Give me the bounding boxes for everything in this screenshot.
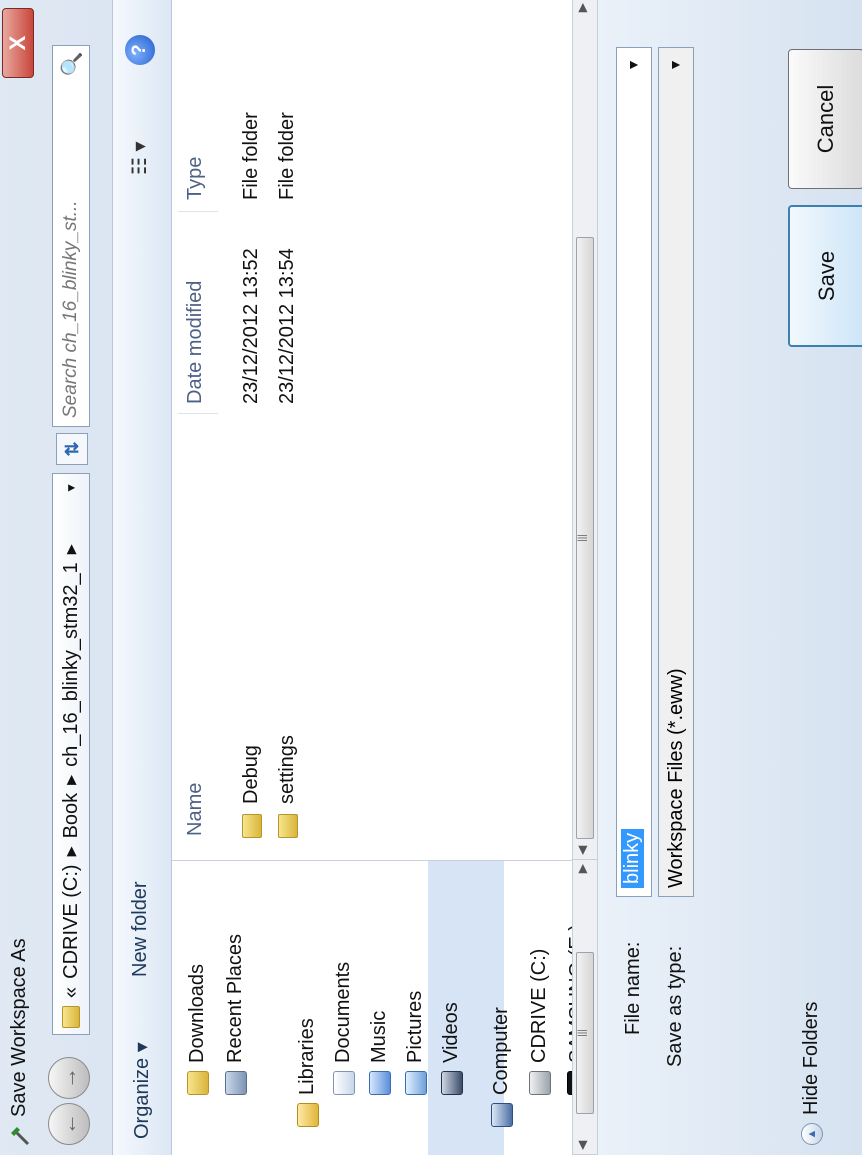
nav-item-label: Videos — [440, 1002, 462, 1063]
breadcrumb-separator-icon[interactable]: ▶ — [63, 544, 79, 554]
file-name: settings — [276, 735, 298, 804]
nav-item-label: Libraries — [296, 1018, 318, 1095]
nav-item-documents[interactable]: Documents — [332, 962, 355, 1095]
file-type: File folder — [276, 112, 298, 200]
libraries-icon — [296, 1103, 319, 1127]
breadcrumb-item[interactable]: ch_16_blinky_stm32_1 — [60, 562, 83, 767]
chevron-down-icon[interactable]: ▼ — [625, 58, 641, 72]
column-header-name[interactable]: Name — [184, 783, 207, 836]
nav-item-libraries[interactable]: Libraries — [296, 1018, 319, 1127]
breadcrumb-item[interactable]: Book — [60, 793, 83, 839]
scroll-right-icon[interactable]: ▶ — [575, 864, 589, 873]
nav-horizontal-scrollbar[interactable]: ◀ ||| ▶ — [572, 859, 598, 1155]
save-as-type-select[interactable]: Workspace Files (*.eww) ▼ — [658, 47, 694, 897]
music-icon — [368, 1071, 391, 1095]
nav-item-label: Computer — [490, 1007, 512, 1095]
file-date: 23/12/2012 13:54 — [276, 248, 298, 404]
close-button[interactable]: X — [2, 8, 34, 78]
forward-button[interactable]: → — [48, 1057, 90, 1099]
address-dropdown-icon[interactable]: ▼ — [64, 482, 78, 494]
pictures-icon — [404, 1071, 427, 1095]
file-row[interactable]: settings 23/12/2012 13:54 File folder — [268, 40, 304, 860]
chevron-up-icon: ▲ — [800, 1123, 823, 1145]
column-divider[interactable] — [178, 413, 218, 414]
scroll-left-icon[interactable]: ◀ — [575, 846, 589, 855]
breadcrumb-item[interactable]: CDRIVE (C:) — [60, 864, 83, 978]
save-as-type-label: Save as type: — [664, 945, 686, 1067]
back-button[interactable]: ← — [48, 1103, 90, 1145]
breadcrumb-overflow[interactable]: « — [60, 987, 83, 998]
nav-item-pictures[interactable]: Pictures — [404, 991, 427, 1095]
file-list-horizontal-scrollbar[interactable]: ◀ ||| ▶ — [572, 0, 598, 860]
save-workspace-dialog: Save Workspace As X ← → « CDRIVE (C:) ▶ … — [0, 0, 862, 1155]
documents-icon — [332, 1071, 355, 1095]
forward-arrow-icon: → — [56, 1067, 81, 1089]
file-name-input[interactable]: blinky ▼ — [616, 47, 652, 897]
file-date: 23/12/2012 13:52 — [240, 248, 262, 404]
nav-item-music[interactable]: Music — [368, 1011, 391, 1095]
file-list: Name Date modified Type Debug 23/12/2012… — [172, 0, 596, 860]
nav-item-recent-places[interactable]: Recent Places — [224, 934, 247, 1095]
computer-icon — [490, 1103, 513, 1127]
nav-item-label: Downloads — [186, 964, 208, 1063]
file-type: File folder — [240, 112, 262, 200]
column-divider[interactable] — [178, 211, 218, 212]
address-bar[interactable]: « CDRIVE (C:) ▶ Book ▶ ch_16_blinky_stm3… — [52, 473, 90, 1035]
nav-item-computer[interactable]: Computer — [490, 1007, 513, 1127]
save-button[interactable]: Save — [788, 205, 862, 347]
navigation-pane: Downloads Recent Places Libraries Docume… — [172, 860, 589, 1155]
hide-folders-label: Hide Folders — [800, 1001, 822, 1115]
refresh-icon: ⇅ — [61, 441, 82, 457]
column-header-date-modified[interactable]: Date modified — [184, 281, 207, 404]
scroll-left-icon[interactable]: ◀ — [575, 1141, 589, 1150]
title-bar: Save Workspace As — [4, 938, 34, 1147]
nav-item-label: Pictures — [404, 990, 426, 1063]
back-arrow-icon: ← — [56, 1113, 81, 1135]
cancel-button[interactable]: Cancel — [788, 49, 862, 189]
toolbar: Organize ▾ New folder ☷ ▾ ? — [112, 0, 172, 1155]
save-form: File name: blinky ▼ Save as type: Worksp… — [598, 0, 862, 1155]
videos-icon — [440, 1071, 463, 1095]
search-input[interactable]: Search ch_16_blinky_st... — [60, 82, 82, 426]
file-name-label: File name: — [622, 941, 644, 1035]
breadcrumb-separator-icon[interactable]: ▶ — [63, 775, 79, 785]
breadcrumb-separator-icon[interactable]: ▶ — [63, 846, 79, 856]
drive-icon — [528, 1071, 551, 1095]
column-header-type[interactable]: Type — [184, 157, 207, 200]
search-icon[interactable]: 🔍 — [59, 46, 84, 82]
chevron-down-icon[interactable]: ▼ — [667, 58, 683, 72]
scroll-thumb[interactable]: ||| — [576, 952, 594, 1114]
folder-icon — [242, 814, 262, 838]
search-box[interactable]: Search ch_16_blinky_st... 🔍 — [52, 45, 90, 427]
app-icon — [11, 1127, 30, 1146]
save-as-type-value: Workspace Files (*.eww) — [665, 668, 687, 888]
new-folder-button[interactable]: New folder — [129, 881, 152, 977]
nav-item-label: Recent Places — [224, 934, 246, 1063]
folder-icon — [62, 1006, 80, 1028]
nav-item-videos[interactable]: Videos — [440, 1002, 463, 1095]
nav-item-label: CDRIVE (C:) — [528, 948, 550, 1063]
window-title: Save Workspace As — [7, 938, 30, 1117]
scroll-right-icon[interactable]: ▶ — [575, 3, 589, 12]
scroll-thumb[interactable]: ||| — [576, 237, 594, 839]
downloads-icon — [186, 1071, 209, 1095]
file-name: Debug — [240, 745, 262, 804]
recent-places-icon — [224, 1071, 247, 1095]
nav-item-label: Music — [368, 1010, 390, 1063]
file-row[interactable]: Debug 23/12/2012 13:52 File folder — [232, 40, 268, 860]
refresh-button[interactable]: ⇅ — [56, 433, 88, 465]
nav-item-label: Documents — [332, 961, 354, 1063]
nav-item-downloads[interactable]: Downloads — [186, 964, 209, 1095]
help-button[interactable]: ? — [125, 35, 155, 65]
organize-button[interactable]: Organize ▾ — [129, 1042, 154, 1139]
folder-icon — [278, 814, 298, 838]
nav-item-cdrive[interactable]: CDRIVE (C:) — [528, 949, 551, 1095]
change-view-button[interactable]: ☷ ▾ — [127, 141, 152, 175]
file-name-value: blinky — [621, 828, 644, 888]
hide-folders-toggle[interactable]: ▲ Hide Folders — [800, 1002, 823, 1145]
